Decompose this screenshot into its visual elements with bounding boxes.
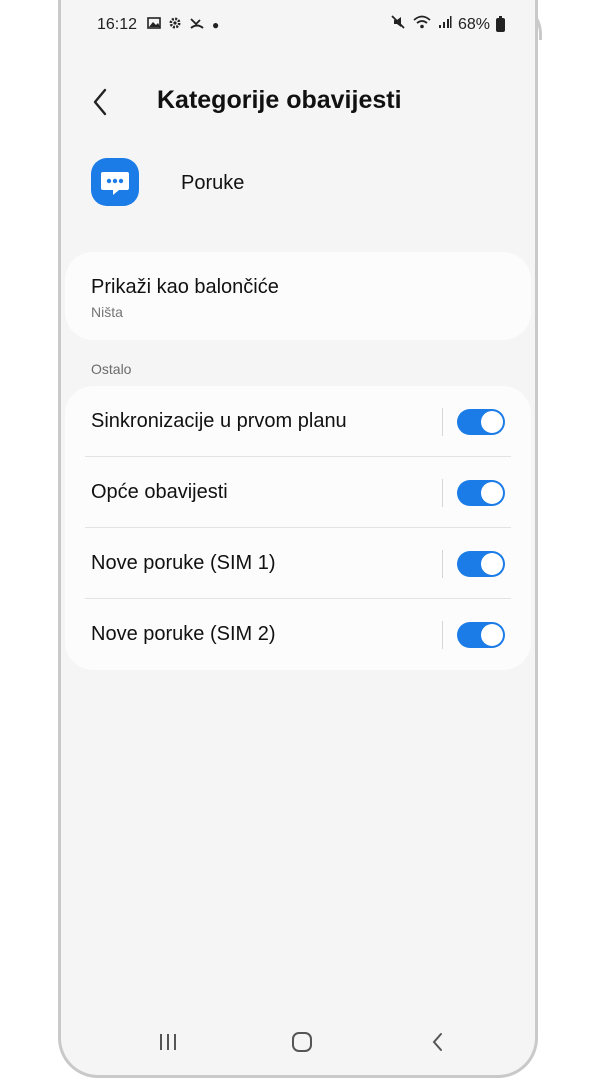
category-toggle[interactable]	[457, 480, 505, 506]
setting-value: Ništa	[91, 304, 123, 320]
toggle-knob	[481, 553, 503, 575]
app-info-row: Poruke	[91, 158, 515, 210]
category-toggle[interactable]	[457, 409, 505, 435]
notification-categories-list: Sinkronizacije u prvom planu Opće obavij…	[65, 386, 531, 670]
list-item[interactable]: Nove poruke (SIM 1)	[65, 528, 531, 599]
category-label: Sinkronizacije u prvom planu	[91, 410, 347, 432]
setting-title: Prikaži kao balončiće	[91, 276, 279, 298]
battery-percentage: 68%	[457, 15, 490, 33]
screen: 16:12 ● 68% Kategorije obavijesti Poruke…	[61, 0, 535, 1075]
phone-frame: 16:12 ● 68% Kategorije obavijesti Poruke…	[58, 0, 538, 1078]
show-as-bubbles-setting[interactable]: Prikaži kao balončiće Ništa	[65, 252, 531, 340]
toggle-knob	[481, 411, 503, 433]
app-name: Poruke	[181, 172, 245, 194]
category-label: Nove poruke (SIM 1)	[91, 552, 276, 574]
category-label: Opće obavijesti	[91, 481, 228, 503]
status-bar: 16:12 ● 68%	[97, 14, 505, 40]
category-toggle[interactable]	[457, 622, 505, 648]
navigation-bar	[61, 1021, 535, 1061]
list-item[interactable]: Sinkronizacije u prvom planu	[65, 386, 531, 457]
back-arrow-icon	[432, 1033, 442, 1051]
battery-icon	[496, 15, 505, 32]
category-label: Nove poruke (SIM 2)	[91, 623, 276, 645]
messages-app-icon	[91, 158, 139, 206]
list-item[interactable]: Opće obavijesti	[65, 457, 531, 528]
notification-dot-icon: ●	[212, 18, 220, 32]
app-bar: Kategorije obavijesti	[87, 82, 515, 122]
chevron-left-icon	[93, 88, 107, 116]
missed-call-icon	[189, 16, 205, 34]
divider	[442, 621, 443, 649]
gallery-icon	[147, 16, 161, 34]
back-button[interactable]	[87, 82, 117, 122]
divider	[442, 408, 443, 436]
home-button[interactable]	[287, 1027, 317, 1057]
wifi-icon	[412, 14, 432, 35]
settings-gear-icon	[168, 16, 182, 34]
category-toggle[interactable]	[457, 551, 505, 577]
signal-icon	[438, 15, 452, 34]
divider	[442, 550, 443, 578]
page-title: Kategorije obavijesti	[157, 86, 402, 114]
home-icon	[292, 1032, 312, 1052]
section-header: Ostalo	[91, 361, 132, 377]
recent-apps-icon	[160, 1034, 176, 1050]
status-right: 68%	[390, 14, 505, 35]
toggle-knob	[481, 624, 503, 646]
status-time: 16:12	[97, 16, 138, 33]
recent-apps-button[interactable]	[153, 1027, 183, 1057]
list-item[interactable]: Nove poruke (SIM 2)	[65, 599, 531, 670]
divider	[442, 479, 443, 507]
toggle-knob	[481, 482, 503, 504]
nav-back-button[interactable]	[423, 1027, 453, 1057]
mute-icon	[390, 14, 406, 35]
